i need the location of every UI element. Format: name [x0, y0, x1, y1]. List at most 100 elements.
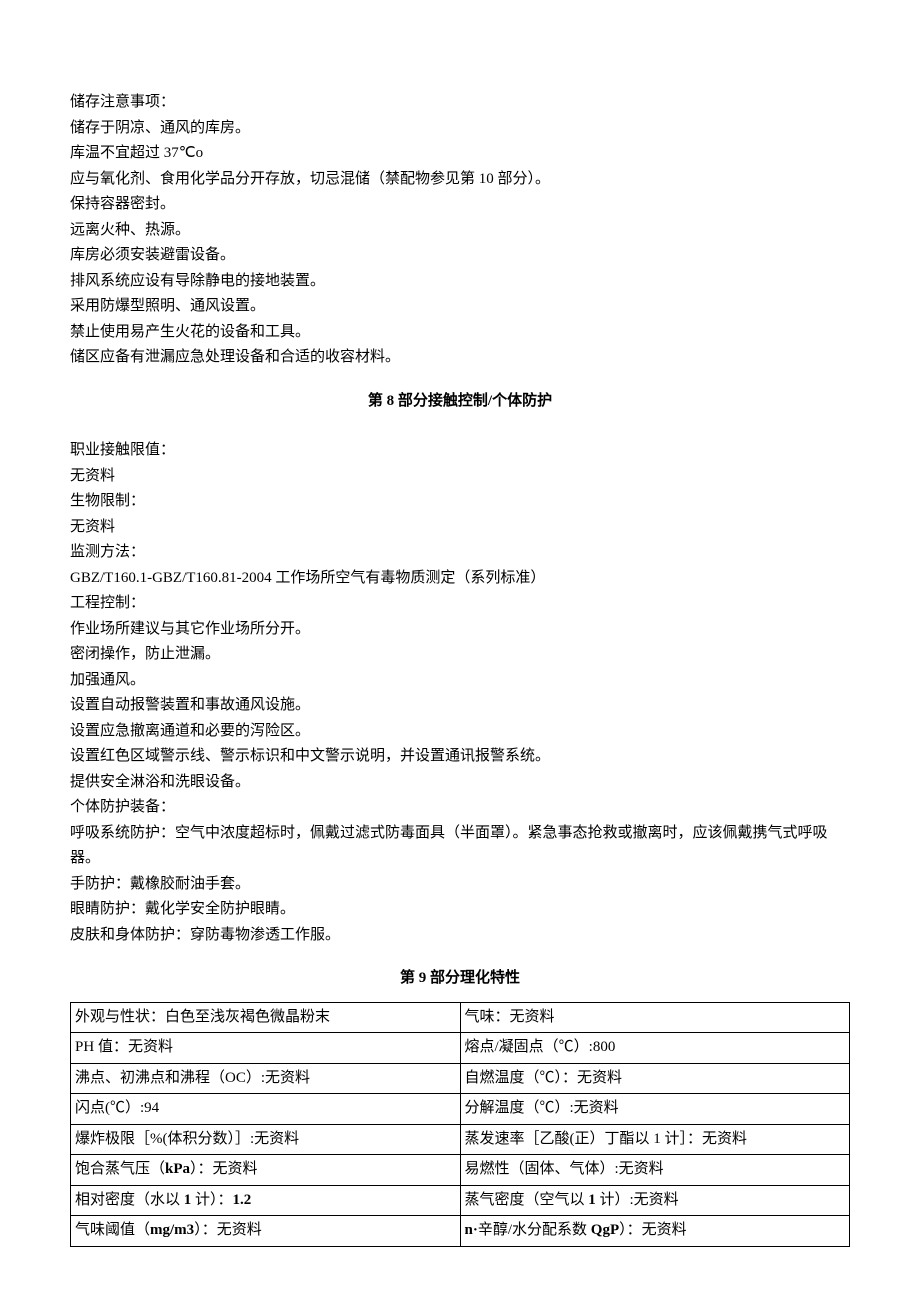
cell-odor-threshold: 气味阈值（mg/m3）：无资料 [71, 1216, 461, 1247]
text: ）:无资料 [246, 1070, 310, 1086]
text: mg/m3 [150, 1222, 194, 1238]
cell-partition-coeff: n·辛醇/水分配系数 QgP）：无资料 [460, 1216, 850, 1247]
cell-boiling-point: 沸点、初沸点和沸程（OC）:无资料 [71, 1063, 461, 1094]
text: PH [75, 1039, 94, 1055]
table-row: 饱合蒸气压（kPa）：无资料 易燃性（固体、气体）:无资料 [71, 1155, 850, 1186]
cell-flammability: 易燃性（固体、气体）:无资料 [460, 1155, 850, 1186]
text: 蒸发速率［乙酸(正）丁酯以 [465, 1131, 654, 1147]
table-row: 气味阈值（mg/m3）：无资料 n·辛醇/水分配系数 QgP）：无资料 [71, 1216, 850, 1247]
text: 气味阈值（ [75, 1222, 150, 1238]
cell-vapor-density: 蒸气密度（空气以 1 计）:无资料 [460, 1185, 850, 1216]
storage-line-2: 库温不宜超过 37℃o [70, 141, 850, 167]
table-row: PH 值：无资料 熔点/凝固点（℃）:800 [71, 1033, 850, 1064]
cell-ph: PH 值：无资料 [71, 1033, 461, 1064]
text: 第 [400, 970, 419, 986]
s8-line-16: 呼吸系统防护：空气中浓度超标时，佩戴过滤式防毒面具（半面罩）。紧急事态抢救或撤离… [70, 821, 850, 872]
cell-appearance: 外观与性状：白色至浅灰褐色微晶粉末 [71, 1002, 461, 1033]
s8-line-19: 皮肤和身体防护：穿防毒物渗透工作服。 [70, 923, 850, 949]
text: 1 [653, 1131, 661, 1147]
s8-line-5: 监测方法： [70, 540, 850, 566]
text: :94 [140, 1100, 159, 1116]
text: 应与氧化剂、食用化学品分开存放，切忌混储（禁配物参见第 [70, 171, 479, 187]
s8-line-12: 设置应急撤离通道和必要的泻险区。 [70, 719, 850, 745]
s8-line-9: 密闭操作，防止泄漏。 [70, 642, 850, 668]
text: 1 [588, 1192, 596, 1208]
text: 熔点/凝固点（℃） [465, 1039, 589, 1055]
s8-line-7: 工程控制： [70, 591, 850, 617]
text: 工作场所空气有毒物质测定（系列标准） [272, 570, 546, 586]
storage-line-4: 保持容器密封。 [70, 192, 850, 218]
s8-line-15: 个体防护装备： [70, 795, 850, 821]
text: (体积分数）］:无资料 [163, 1131, 300, 1147]
text: 部分接触控制/个体防护 [394, 393, 552, 409]
text: 37℃o [164, 145, 203, 161]
text: n· [465, 1222, 478, 1238]
text: 1.2 [233, 1192, 252, 1208]
text: 沸点、初沸点和沸程（ [75, 1070, 225, 1086]
s8-line-10: 加强通风。 [70, 668, 850, 694]
s8-line-3: 生物限制： [70, 489, 850, 515]
text: 相对密度（水以 [75, 1192, 184, 1208]
storage-line-6: 库房必须安装避雷设备。 [70, 243, 850, 269]
text: 10 [479, 171, 494, 187]
cell-melting-point: 熔点/凝固点（℃）:800 [460, 1033, 850, 1064]
text: 库温不宜超过 [70, 145, 164, 161]
storage-line-8: 采用防爆型照明、通风设置。 [70, 294, 850, 320]
s8-line-13: 设置红色区域警示线、警示标识和中文警示说明，并设置通讯报警系统。 [70, 744, 850, 770]
s8-line-6: GBZ/T160.1-GBZ/T160.81-2004 工作场所空气有毒物质测定… [70, 566, 850, 592]
text: 蒸气密度（空气以 [465, 1192, 589, 1208]
text: 计）:无资料 [596, 1192, 679, 1208]
s8-line-17: 手防护：戴橡胶耐油手套。 [70, 872, 850, 898]
cell-evap-rate: 蒸发速率［乙酸(正）丁酯以 1 计］：无资料 [460, 1124, 850, 1155]
storage-heading: 储存注意事项： [70, 90, 850, 116]
text: 值：无资料 [94, 1039, 173, 1055]
text: 闪点(℃） [75, 1100, 140, 1116]
text: kPa [165, 1161, 190, 1177]
cell-flash-point: 闪点(℃）:94 [71, 1094, 461, 1125]
table-row: 沸点、初沸点和沸程（OC）:无资料 自燃温度（℃）：无资料 [71, 1063, 850, 1094]
s8-line-8: 作业场所建议与其它作业场所分开。 [70, 617, 850, 643]
cell-explosive-limit: 爆炸极限［%(体积分数）］:无资料 [71, 1124, 461, 1155]
s8-line-14: 提供安全淋浴和洗眼设备。 [70, 770, 850, 796]
storage-line-7: 排风系统应设有导除静电的接地装置。 [70, 269, 850, 295]
text: ）：无资料 [619, 1222, 687, 1238]
section-9-title: 第 9 部分理化特性 [70, 966, 850, 992]
storage-line-10: 储区应备有泄漏应急处理设备和合适的收容材料。 [70, 345, 850, 371]
text: % [150, 1131, 163, 1147]
s8-line-4: 无资料 [70, 515, 850, 541]
text: 爆炸极限［ [75, 1131, 150, 1147]
text: ）：无资料 [190, 1161, 258, 1177]
spacer [70, 424, 850, 438]
storage-line-3: 应与氧化剂、食用化学品分开存放，切忌混储（禁配物参见第 10 部分）。 [70, 167, 850, 193]
text: 计］：无资料 [661, 1131, 747, 1147]
text: OC [225, 1070, 246, 1086]
section-8-title: 第 8 部分接触控制/个体防护 [70, 389, 850, 415]
text: 第 [368, 393, 387, 409]
text: QgP [591, 1222, 619, 1238]
s8-line-18: 眼睛防护：戴化学安全防护眼睛。 [70, 897, 850, 923]
cell-autoignition: 自燃温度（℃）：无资料 [460, 1063, 850, 1094]
cell-vapor-pressure: 饱合蒸气压（kPa）：无资料 [71, 1155, 461, 1186]
cell-relative-density: 相对密度（水以 1 计）：1.2 [71, 1185, 461, 1216]
storage-line-1: 储存于阴凉、通风的库房。 [70, 116, 850, 142]
s8-line-2: 无资料 [70, 464, 850, 490]
table-row: 外观与性状：白色至浅灰褐色微晶粉末 气味：无资料 [71, 1002, 850, 1033]
text: 部分）。 [494, 171, 550, 187]
text: 饱合蒸气压（ [75, 1161, 165, 1177]
text: GBZ/T160.1-GBZ/T160.81-2004 [70, 570, 272, 586]
s8-line-1: 职业接触限值： [70, 438, 850, 464]
text: 计）： [191, 1192, 232, 1208]
cell-decomp-temp: 分解温度（℃）:无资料 [460, 1094, 850, 1125]
storage-line-5: 远离火种、热源。 [70, 218, 850, 244]
text: 部分理化特性 [426, 970, 520, 986]
text: ）：无资料 [194, 1222, 262, 1238]
table-row: 闪点(℃）:94 分解温度（℃）:无资料 [71, 1094, 850, 1125]
text: :800 [589, 1039, 616, 1055]
s8-line-11: 设置自动报警装置和事故通风设施。 [70, 693, 850, 719]
properties-table: 外观与性状：白色至浅灰褐色微晶粉末 气味：无资料 PH 值：无资料 熔点/凝固点… [70, 1002, 850, 1247]
text: 辛醇/水分配系数 [478, 1222, 591, 1238]
cell-odor: 气味：无资料 [460, 1002, 850, 1033]
table-row: 爆炸极限［%(体积分数）］:无资料 蒸发速率［乙酸(正）丁酯以 1 计］：无资料 [71, 1124, 850, 1155]
table-row: 相对密度（水以 1 计）：1.2 蒸气密度（空气以 1 计）:无资料 [71, 1185, 850, 1216]
storage-line-9: 禁止使用易产生火花的设备和工具。 [70, 320, 850, 346]
